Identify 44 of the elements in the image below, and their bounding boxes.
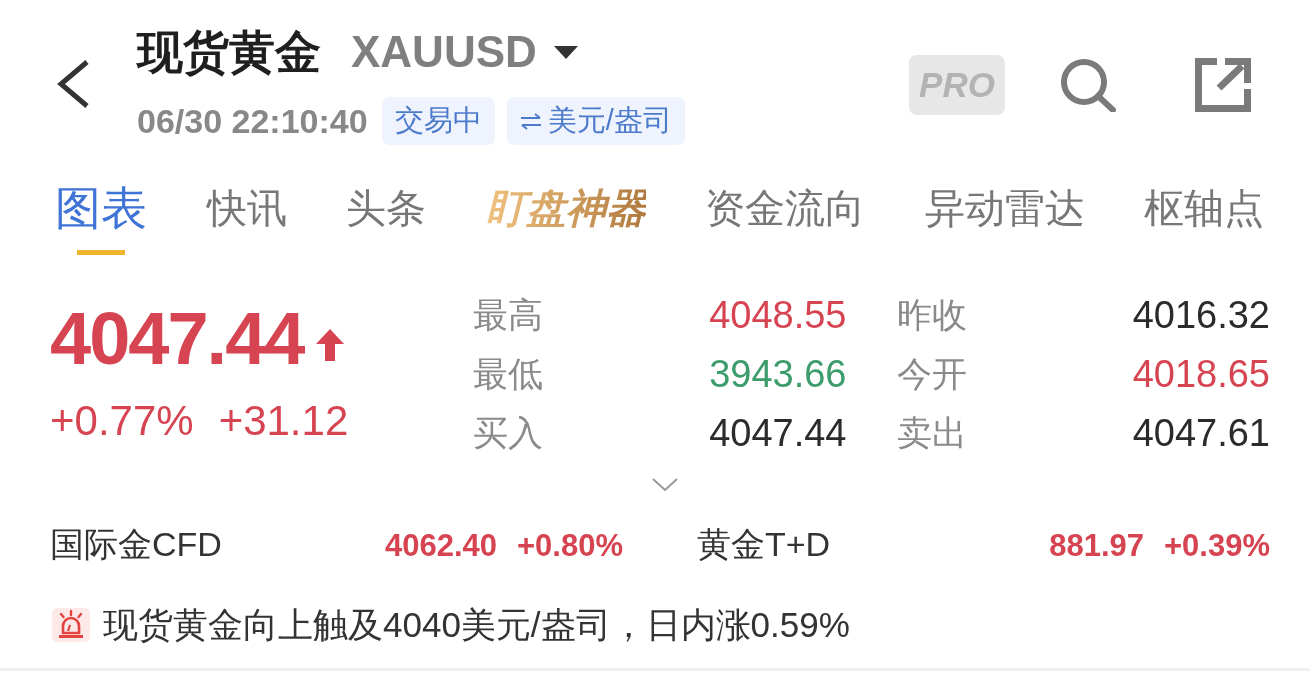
related-quote-price: 881.97 <box>1049 528 1144 564</box>
instrument-title: 现货黄金 <box>137 25 321 80</box>
stat-label: 昨收 <box>896 294 967 336</box>
stat-label: 卖出 <box>896 412 967 454</box>
share-button[interactable] <box>1195 58 1251 112</box>
stat-label: 最低 <box>473 353 543 395</box>
search-button[interactable] <box>1060 58 1116 112</box>
tab[interactable]: 异动雷达 <box>924 160 1085 255</box>
related-quote-price: 4062.40 <box>384 528 497 564</box>
related-quote-name: 黄金T+D <box>697 524 831 565</box>
chevron-left-icon <box>55 59 91 109</box>
tab[interactable]: 枢轴点 <box>1144 160 1264 255</box>
stat-value: 4016.32 <box>1131 294 1270 337</box>
alert-text: 现货黄金向上触及4040美元/盎司，日内涨0.59% <box>103 603 850 646</box>
change-percent: +0.77% <box>50 400 194 442</box>
tab[interactable]: 盯盘神器 <box>485 160 646 255</box>
related-quote-change: +0.39% <box>1164 528 1270 564</box>
expand-button[interactable] <box>652 478 678 491</box>
trading-status-badge: 交易中 <box>381 97 495 145</box>
change-amount: +31.12 <box>218 400 349 442</box>
related-quote-name: 国际金CFD <box>50 524 222 565</box>
stat-label: 最高 <box>473 294 543 336</box>
stat-label: 今开 <box>896 353 967 395</box>
quote-time: 06/30 22:10:40 <box>137 101 368 141</box>
swap-arrows-icon <box>519 112 542 130</box>
tab[interactable]: 资金流向 <box>705 160 865 255</box>
stat-value: 4047.44 <box>708 412 847 455</box>
unit-toggle-button[interactable]: 美元/盎司 <box>506 97 685 145</box>
stat-value: 3943.66 <box>708 353 847 396</box>
search-icon <box>1060 58 1116 112</box>
share-icon <box>1195 58 1251 112</box>
last-price: 4047.44 <box>50 303 304 375</box>
stat-label: 买入 <box>473 412 543 454</box>
caret-down-icon <box>553 45 578 59</box>
stat-value: 4048.55 <box>708 294 847 337</box>
tab[interactable]: 快讯 <box>206 160 287 255</box>
chevron-down-icon <box>652 478 678 491</box>
back-button[interactable] <box>55 59 91 109</box>
stat-value: 4018.65 <box>1131 353 1270 396</box>
symbol-dropdown[interactable]: XAUUSD <box>351 24 578 80</box>
tab[interactable]: 头条 <box>346 160 426 255</box>
stat-value: 4047.61 <box>1131 412 1270 455</box>
siren-icon <box>52 608 90 642</box>
related-quote-change: +0.80% <box>517 528 623 564</box>
